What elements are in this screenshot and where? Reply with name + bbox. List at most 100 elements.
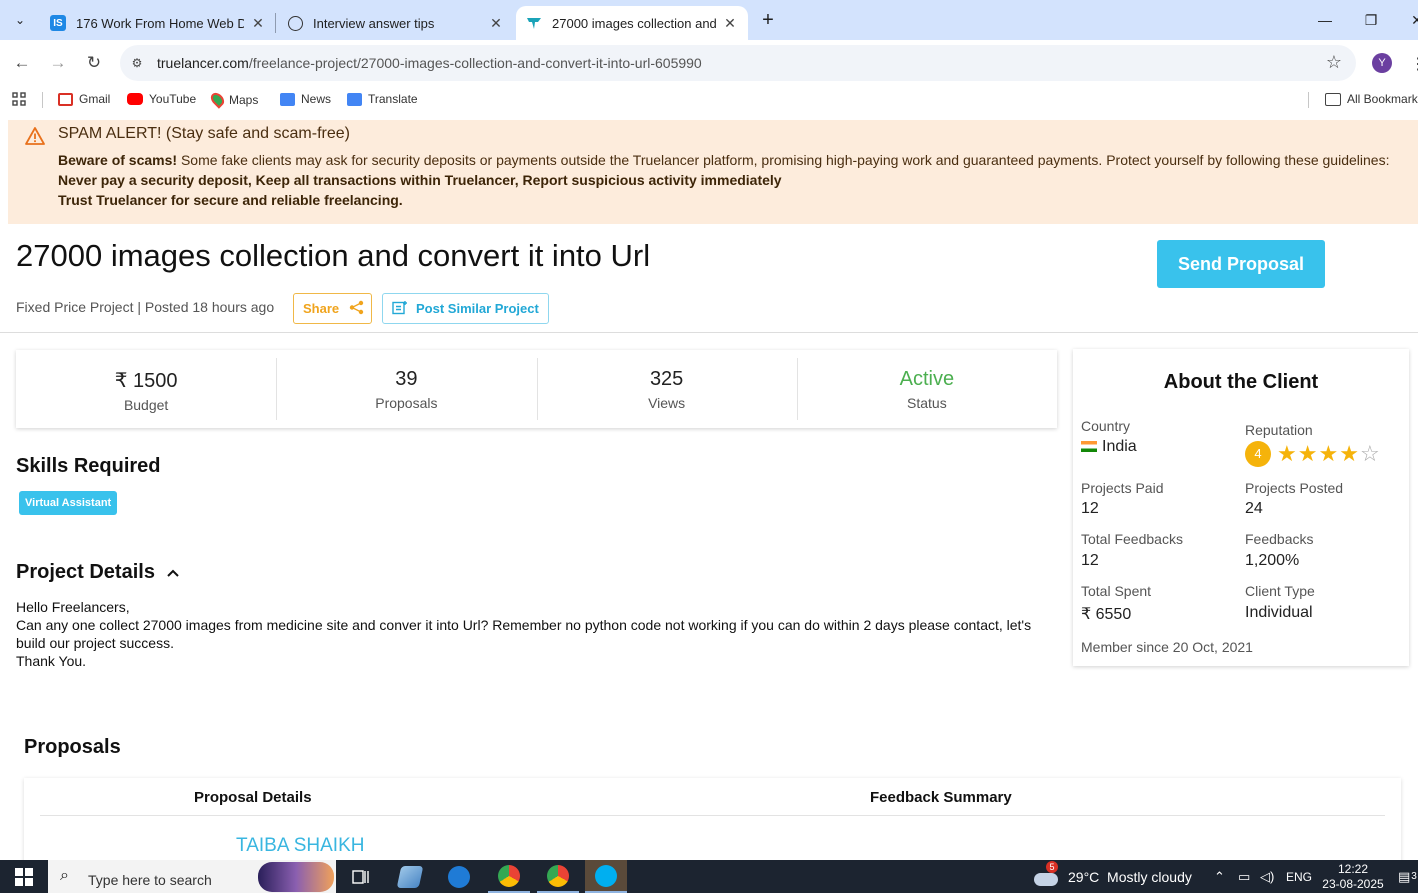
search-icon: ⌕ bbox=[60, 867, 69, 884]
browser-toolbar: ← → ↻ ⚙ truelancer.com/freelance-project… bbox=[0, 40, 1418, 86]
windows-taskbar: ⌕ Type here to search 5 29°C Mostly clou… bbox=[0, 860, 1418, 893]
address-bar[interactable]: ⚙ truelancer.com/freelance-project/27000… bbox=[120, 45, 1356, 81]
maximize-button[interactable]: ❐ bbox=[1348, 0, 1394, 40]
client-type-value: Individual bbox=[1245, 604, 1313, 621]
tab-title: Interview answer tips bbox=[313, 15, 435, 31]
bookmark-gmail[interactable]: Gmail bbox=[58, 92, 110, 106]
chatgpt-icon bbox=[288, 15, 303, 31]
search-highlight-image bbox=[258, 862, 334, 892]
projects-posted-label: Projects Posted bbox=[1245, 480, 1344, 496]
new-tab-button[interactable]: + bbox=[756, 8, 780, 32]
divider bbox=[0, 332, 1418, 333]
post-similar-project-button[interactable]: Post Similar Project bbox=[382, 293, 549, 324]
bookmark-news[interactable]: News bbox=[280, 92, 331, 106]
skills-heading: Skills Required bbox=[16, 455, 161, 477]
status-value: Active bbox=[899, 368, 955, 390]
stat-proposals: 39 Proposals bbox=[276, 350, 536, 428]
tray-chevron-icon[interactable]: ⌃ bbox=[1214, 860, 1225, 893]
all-bookmarks[interactable]: All Bookmarks bbox=[1325, 92, 1418, 106]
tab-interview-tips[interactable]: Interview answer tips ✕ bbox=[278, 6, 514, 40]
india-flag-icon bbox=[1081, 441, 1097, 452]
reputation-label: Reputation bbox=[1245, 422, 1313, 438]
chrome-app-icon[interactable] bbox=[488, 860, 530, 893]
back-button[interactable]: ← bbox=[9, 50, 35, 76]
youtube-icon bbox=[127, 93, 143, 105]
tab-search-menu[interactable]: ⌄ bbox=[6, 7, 34, 33]
proposer-name-link[interactable]: TAIBA SHAIKH bbox=[236, 835, 364, 857]
reputation-stars: ★★★★☆ bbox=[1277, 441, 1381, 467]
total-spent-label: Total Spent bbox=[1081, 583, 1152, 599]
stat-status: Active Status bbox=[796, 350, 1057, 428]
bookmark-youtube[interactable]: YouTube bbox=[127, 92, 196, 106]
alert-body: Beware of scams! Some fake clients may a… bbox=[58, 152, 1390, 208]
bookmark-maps[interactable]: Maps bbox=[208, 90, 258, 109]
warning-icon bbox=[25, 127, 45, 145]
skill-tag[interactable]: Virtual Assistant bbox=[19, 491, 118, 515]
tab-title: 176 Work From Home Web Dev bbox=[76, 15, 244, 31]
total-spent-value: ₹ 6550 bbox=[1081, 606, 1132, 623]
profile-avatar[interactable]: Y bbox=[1372, 53, 1392, 73]
news-icon bbox=[280, 92, 295, 106]
share-label: Share bbox=[303, 301, 340, 316]
tab-truelancer-project[interactable]: 27000 images collection and co ✕ bbox=[516, 6, 748, 40]
projects-posted-value: 24 bbox=[1245, 500, 1263, 517]
maps-icon bbox=[208, 90, 227, 109]
minimize-button[interactable]: — bbox=[1302, 0, 1348, 40]
weather-widget[interactable]: 5 29°C Mostly cloudy bbox=[1034, 860, 1192, 893]
taskbar-search-box[interactable]: ⌕ Type here to search bbox=[48, 860, 336, 893]
taskbar-clock[interactable]: 12:22 23-08-2025 bbox=[1316, 862, 1390, 892]
chrome-profile-app-icon[interactable] bbox=[537, 860, 579, 893]
stat-views: 325 Views bbox=[536, 350, 797, 428]
skype-app-icon[interactable] bbox=[585, 860, 627, 893]
reputation-badge: 4 bbox=[1245, 441, 1271, 467]
spam-alert-banner: SPAM ALERT! (Stay safe and scam-free) Be… bbox=[8, 120, 1418, 224]
tab-work-from-home[interactable]: IS 176 Work From Home Web Dev ✕ bbox=[40, 6, 276, 40]
bookmark-separator bbox=[42, 92, 43, 108]
network-icon[interactable]: ▭ bbox=[1238, 860, 1250, 893]
country-value: India bbox=[1081, 438, 1137, 456]
stat-value: 39 bbox=[395, 368, 418, 390]
send-proposal-button[interactable]: Send Proposal bbox=[1157, 240, 1325, 288]
notification-icon[interactable]: ▤ 3 bbox=[1398, 860, 1417, 893]
reload-button[interactable]: ↻ bbox=[81, 50, 107, 76]
menu-icon[interactable]: ⋮ bbox=[1410, 54, 1418, 74]
close-icon[interactable]: ✕ bbox=[488, 15, 504, 32]
member-since: Member since 20 Oct, 2021 bbox=[1081, 639, 1253, 655]
close-icon[interactable]: ✕ bbox=[722, 15, 738, 32]
close-window-button[interactable]: ✕ bbox=[1394, 0, 1418, 40]
gmail-icon bbox=[58, 92, 73, 106]
language-indicator[interactable]: ENG bbox=[1286, 860, 1312, 893]
share-button[interactable]: Share bbox=[293, 293, 372, 324]
is-favicon-icon: IS bbox=[50, 15, 66, 31]
star-filled-icon: ★ bbox=[1339, 441, 1360, 466]
alert-title: SPAM ALERT! (Stay safe and scam-free) bbox=[58, 125, 350, 142]
table-header-divider bbox=[40, 815, 1385, 816]
country-label: Country bbox=[1081, 418, 1131, 434]
cisco-app-icon[interactable] bbox=[438, 860, 480, 893]
volume-icon[interactable]: ◁) bbox=[1260, 860, 1274, 893]
post-similar-label: Post Similar Project bbox=[416, 301, 539, 316]
bookmark-separator bbox=[1308, 92, 1309, 108]
star-filled-icon: ★ bbox=[1277, 441, 1298, 466]
bookmark-star-icon[interactable]: ☆ bbox=[1326, 52, 1342, 73]
bookmark-translate[interactable]: Translate bbox=[347, 92, 418, 106]
stat-value: ₹ 1500 bbox=[114, 370, 178, 392]
star-filled-icon: ★ bbox=[1318, 441, 1340, 466]
windows-start-button[interactable] bbox=[0, 860, 48, 893]
truelancer-icon bbox=[526, 15, 542, 31]
notepad-app-icon[interactable] bbox=[389, 860, 431, 893]
stat-budget: ₹ 1500 Budget bbox=[16, 350, 276, 428]
close-icon[interactable]: ✕ bbox=[250, 15, 266, 32]
feedbacks-value: 1,200% bbox=[1245, 552, 1300, 569]
chevron-up-icon[interactable] bbox=[166, 565, 180, 581]
projects-paid-label: Projects Paid bbox=[1081, 480, 1164, 496]
apps-grid-icon[interactable] bbox=[12, 92, 26, 106]
star-empty-icon: ☆ bbox=[1359, 441, 1381, 466]
forward-button[interactable]: → bbox=[45, 50, 71, 76]
project-description: Hello Freelancers, Can any one collect 2… bbox=[16, 599, 1032, 669]
site-info-icon[interactable]: ⚙ bbox=[128, 54, 146, 72]
project-details-heading[interactable]: Project Details bbox=[16, 561, 155, 584]
star-filled-icon: ★ bbox=[1297, 441, 1319, 466]
url-text[interactable]: truelancer.com/freelance-project/27000-i… bbox=[157, 55, 702, 71]
task-view-icon[interactable] bbox=[340, 860, 382, 893]
